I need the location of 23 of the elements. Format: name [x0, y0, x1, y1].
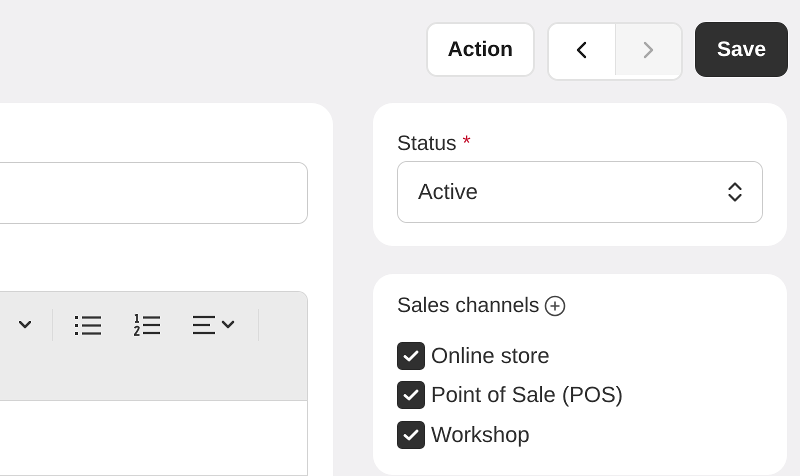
checkmark-icon [403, 389, 419, 402]
checkmark-icon [403, 350, 419, 362]
checkbox-label: Online store [431, 342, 550, 369]
text-align-icon [193, 315, 237, 335]
required-mark: * [462, 132, 471, 155]
checkmark-icon [403, 428, 419, 441]
checkbox[interactable] [397, 381, 425, 410]
add-button[interactable] [544, 294, 566, 318]
checkbox[interactable] [397, 420, 425, 449]
checkbox-label: Workshop [431, 422, 530, 448]
chevron-down-icon [19, 321, 31, 329]
checkbox[interactable] [397, 342, 425, 370]
up-down-chevron-icon [728, 182, 742, 202]
checkbox-label: Point of Sale (POS) [431, 382, 623, 408]
field-label: Status [397, 131, 457, 157]
plus-circle-icon [544, 295, 566, 317]
numbered-list-icon [134, 314, 160, 336]
action-button[interactable]: Action [426, 22, 535, 77]
input-field[interactable] [0, 162, 308, 224]
status-select[interactable]: Active [397, 161, 763, 223]
save-button[interactable]: Save [694, 22, 788, 77]
bullet-list-icon [75, 315, 101, 335]
section-title: Sales channels [397, 293, 540, 319]
